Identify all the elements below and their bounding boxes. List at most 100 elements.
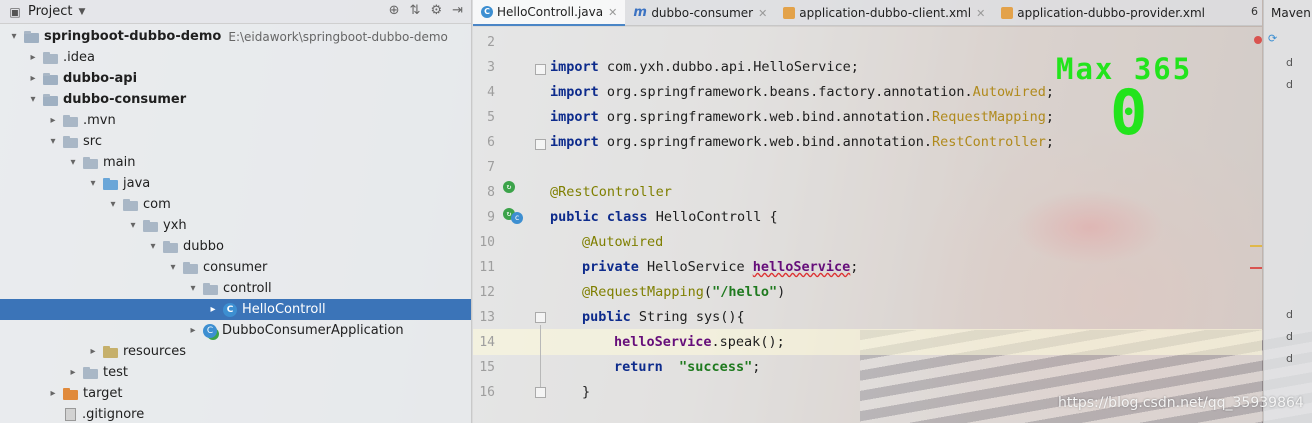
expand-arrow-icon[interactable]: ▾ (8, 31, 20, 42)
field-name: helloService (614, 334, 712, 350)
locate-icon[interactable]: ⊕ (389, 3, 400, 18)
collapse-arrow-icon[interactable]: ▸ (47, 388, 59, 399)
code-line-3: import com.yxh.dubbo.api.HelloService; (550, 59, 859, 75)
tree-item-yxh[interactable]: ▾ yxh (0, 215, 471, 236)
error-mark[interactable] (1250, 267, 1262, 269)
expand-arrow-icon[interactable]: ▾ (187, 283, 199, 294)
tab-hellocontroll-java[interactable]: C HelloControll.java ✕ (473, 0, 626, 26)
expand-arrow-icon[interactable]: ▾ (107, 199, 119, 210)
expand-arrow-icon[interactable]: ▾ (47, 136, 59, 147)
tree-item-label: com (143, 197, 171, 212)
collapse-arrow-icon[interactable]: ▸ (27, 52, 39, 63)
collapse-arrow-icon[interactable]: ▸ (87, 346, 99, 357)
tab-application-dubbo-client[interactable]: application-dubbo-client.xml ✕ (775, 0, 993, 26)
maven-tree-row[interactable]: d (1286, 330, 1293, 343)
maven-panel-title[interactable]: Maven (1271, 6, 1311, 20)
error-stripe[interactable] (1250, 36, 1262, 416)
tree-item-label: dubbo (183, 239, 224, 254)
expand-arrow-icon[interactable]: ▾ (67, 157, 79, 168)
tree-item-dubbo-consumer[interactable]: ▾ dubbo-consumer (0, 89, 471, 110)
tree-item-dubbo-api[interactable]: ▸ dubbo-api (0, 68, 471, 89)
close-icon[interactable]: ✕ (976, 7, 985, 20)
code-line-6: import org.springframework.web.bind.anno… (550, 134, 1054, 150)
project-panel-header: ▣ Project ▼ ⊕ ⇅ ⚙ ⇥ (0, 0, 471, 24)
tree-item-src[interactable]: ▾ src (0, 131, 471, 152)
tree-item-mvn[interactable]: ▸ .mvn (0, 110, 471, 131)
annotation-class: RequestMapping (932, 109, 1046, 125)
tree-item-label: DubboConsumerApplication (222, 323, 404, 338)
close-icon[interactable]: ✕ (758, 7, 767, 20)
tree-item-target[interactable]: ▸ target (0, 383, 471, 404)
fold-marker-icon[interactable] (535, 139, 546, 150)
annotation-class: RestController (932, 134, 1046, 150)
tree-item-label: src (83, 134, 102, 149)
tree-item-hellocontroll[interactable]: ▸ C HelloControll (0, 299, 471, 320)
tree-item-label: dubbo-consumer (63, 92, 187, 107)
hide-panel-icon[interactable]: ⇥ (452, 3, 463, 18)
chevron-down-icon[interactable]: ▼ (78, 7, 85, 17)
tab-dubbo-consumer[interactable]: m dubbo-consumer ✕ (625, 0, 775, 26)
warning-mark[interactable] (1250, 245, 1262, 247)
tab-overflow-count[interactable]: 6 (1251, 5, 1258, 18)
tree-item-gitignore[interactable]: .gitignore (0, 404, 471, 423)
maven-tree-row[interactable]: d (1286, 78, 1293, 91)
code-text: ) (777, 284, 786, 300)
string-literal: "/hello" (712, 284, 778, 300)
expand-arrow-icon[interactable]: ▾ (27, 94, 39, 105)
source-folder-icon (103, 177, 119, 190)
close-icon[interactable]: ✕ (608, 6, 617, 19)
tab-application-dubbo-provider[interactable]: application-dubbo-provider.xml (993, 0, 1213, 26)
tree-item-test[interactable]: ▸ test (0, 362, 471, 383)
watermark: https://blog.csdn.net/qq_35939864 (1058, 395, 1304, 411)
code-text: ; (1045, 109, 1054, 125)
collapse-arrow-icon[interactable]: ▸ (207, 304, 219, 315)
tree-item-label: springboot-dubbo-demo (44, 29, 222, 44)
fold-marker-icon[interactable] (535, 64, 546, 75)
tree-item-resources[interactable]: ▸ resources (0, 341, 471, 362)
line-number: 14 (479, 335, 495, 350)
code-line-13: public String sys(){ (582, 309, 745, 325)
spring-bean-icon[interactable]: ↻ (503, 181, 515, 193)
annotation: @RequestMapping (582, 284, 704, 300)
code-text: .speak(); (711, 334, 785, 350)
package-icon (163, 240, 179, 253)
fold-marker-icon[interactable] (535, 387, 546, 398)
project-panel-title[interactable]: Project (28, 4, 72, 19)
code-text: ; (752, 359, 761, 375)
maven-tree-row[interactable]: d (1286, 352, 1293, 365)
line-number: 4 (487, 85, 495, 100)
refresh-icon[interactable]: ⟳ (1268, 32, 1277, 45)
collapse-arrow-icon[interactable]: ▸ (27, 73, 39, 84)
tree-item-idea[interactable]: ▸ .idea (0, 47, 471, 68)
keyword: public (550, 209, 599, 225)
expand-arrow-icon[interactable]: ▾ (127, 220, 139, 231)
code-text: } (582, 384, 591, 400)
error-indicator-icon[interactable] (1254, 36, 1262, 44)
annotation: @Autowired (582, 234, 664, 250)
tree-item-com[interactable]: ▾ com (0, 194, 471, 215)
expand-arrow-icon[interactable]: ▾ (167, 262, 179, 273)
tree-item-label: .idea (63, 50, 95, 65)
collapse-arrow-icon[interactable]: ▸ (67, 367, 79, 378)
maven-tree-row[interactable]: d (1286, 308, 1293, 321)
fold-marker-icon[interactable] (535, 312, 546, 323)
tree-item-root[interactable]: ▾ springboot-dubbo-demo E:\eidawork\spri… (0, 26, 471, 47)
tree-item-java[interactable]: ▾ java (0, 173, 471, 194)
collapse-all-icon[interactable]: ⇅ (410, 3, 421, 18)
tree-item-consumer[interactable]: ▾ consumer (0, 257, 471, 278)
keyword: public (582, 309, 631, 325)
tree-item-dubboconsumerapplication[interactable]: ▸ C DubboConsumerApplication (0, 320, 471, 341)
maven-tree-row[interactable]: d (1286, 56, 1293, 69)
folder-icon (63, 135, 79, 148)
project-view-icon[interactable]: ▣ (8, 5, 22, 19)
module-folder-icon (43, 93, 59, 106)
expand-arrow-icon[interactable]: ▾ (87, 178, 99, 189)
gear-icon[interactable]: ⚙ (430, 3, 442, 18)
collapse-arrow-icon[interactable]: ▸ (187, 325, 199, 336)
tree-item-dubbo[interactable]: ▾ dubbo (0, 236, 471, 257)
tree-item-controll[interactable]: ▾ controll (0, 278, 471, 299)
folder-icon (43, 51, 59, 64)
tree-item-main[interactable]: ▾ main (0, 152, 471, 173)
expand-arrow-icon[interactable]: ▾ (147, 241, 159, 252)
collapse-arrow-icon[interactable]: ▸ (47, 115, 59, 126)
